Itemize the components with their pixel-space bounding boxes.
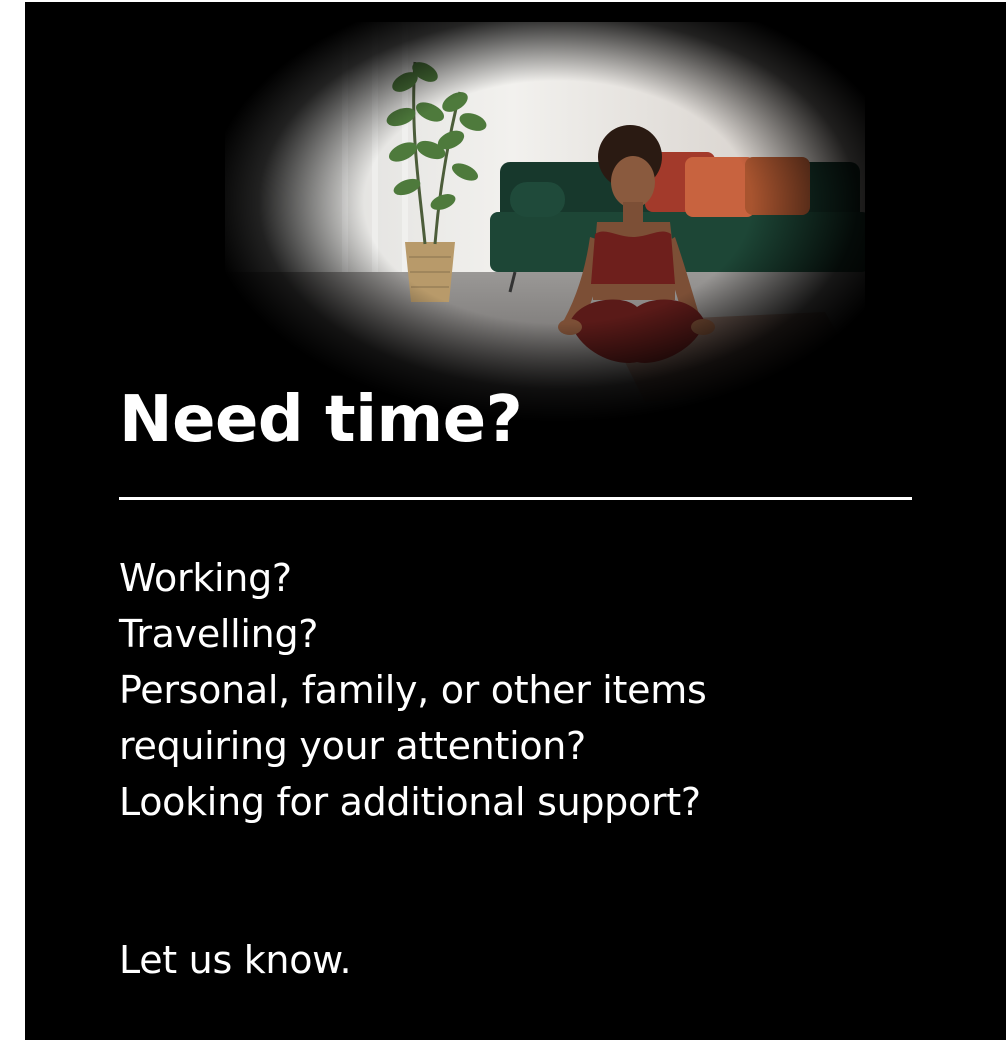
- question-travelling: Travelling?: [119, 612, 319, 656]
- question-support: Looking for additional support?: [119, 780, 701, 824]
- promo-card: Need time? Working? Travelling? Personal…: [25, 2, 1006, 1040]
- divider: [119, 497, 912, 500]
- question-personal-line1: Personal, family, or other items: [119, 668, 707, 712]
- headline: Need time?: [119, 383, 523, 457]
- meditation-photo: [225, 22, 865, 422]
- question-personal-line2: requiring your attention?: [119, 724, 586, 768]
- question-working: Working?: [119, 556, 292, 600]
- call-to-action: Let us know.: [119, 938, 352, 982]
- question-list: Working? Travelling? Personal, family, o…: [119, 550, 707, 830]
